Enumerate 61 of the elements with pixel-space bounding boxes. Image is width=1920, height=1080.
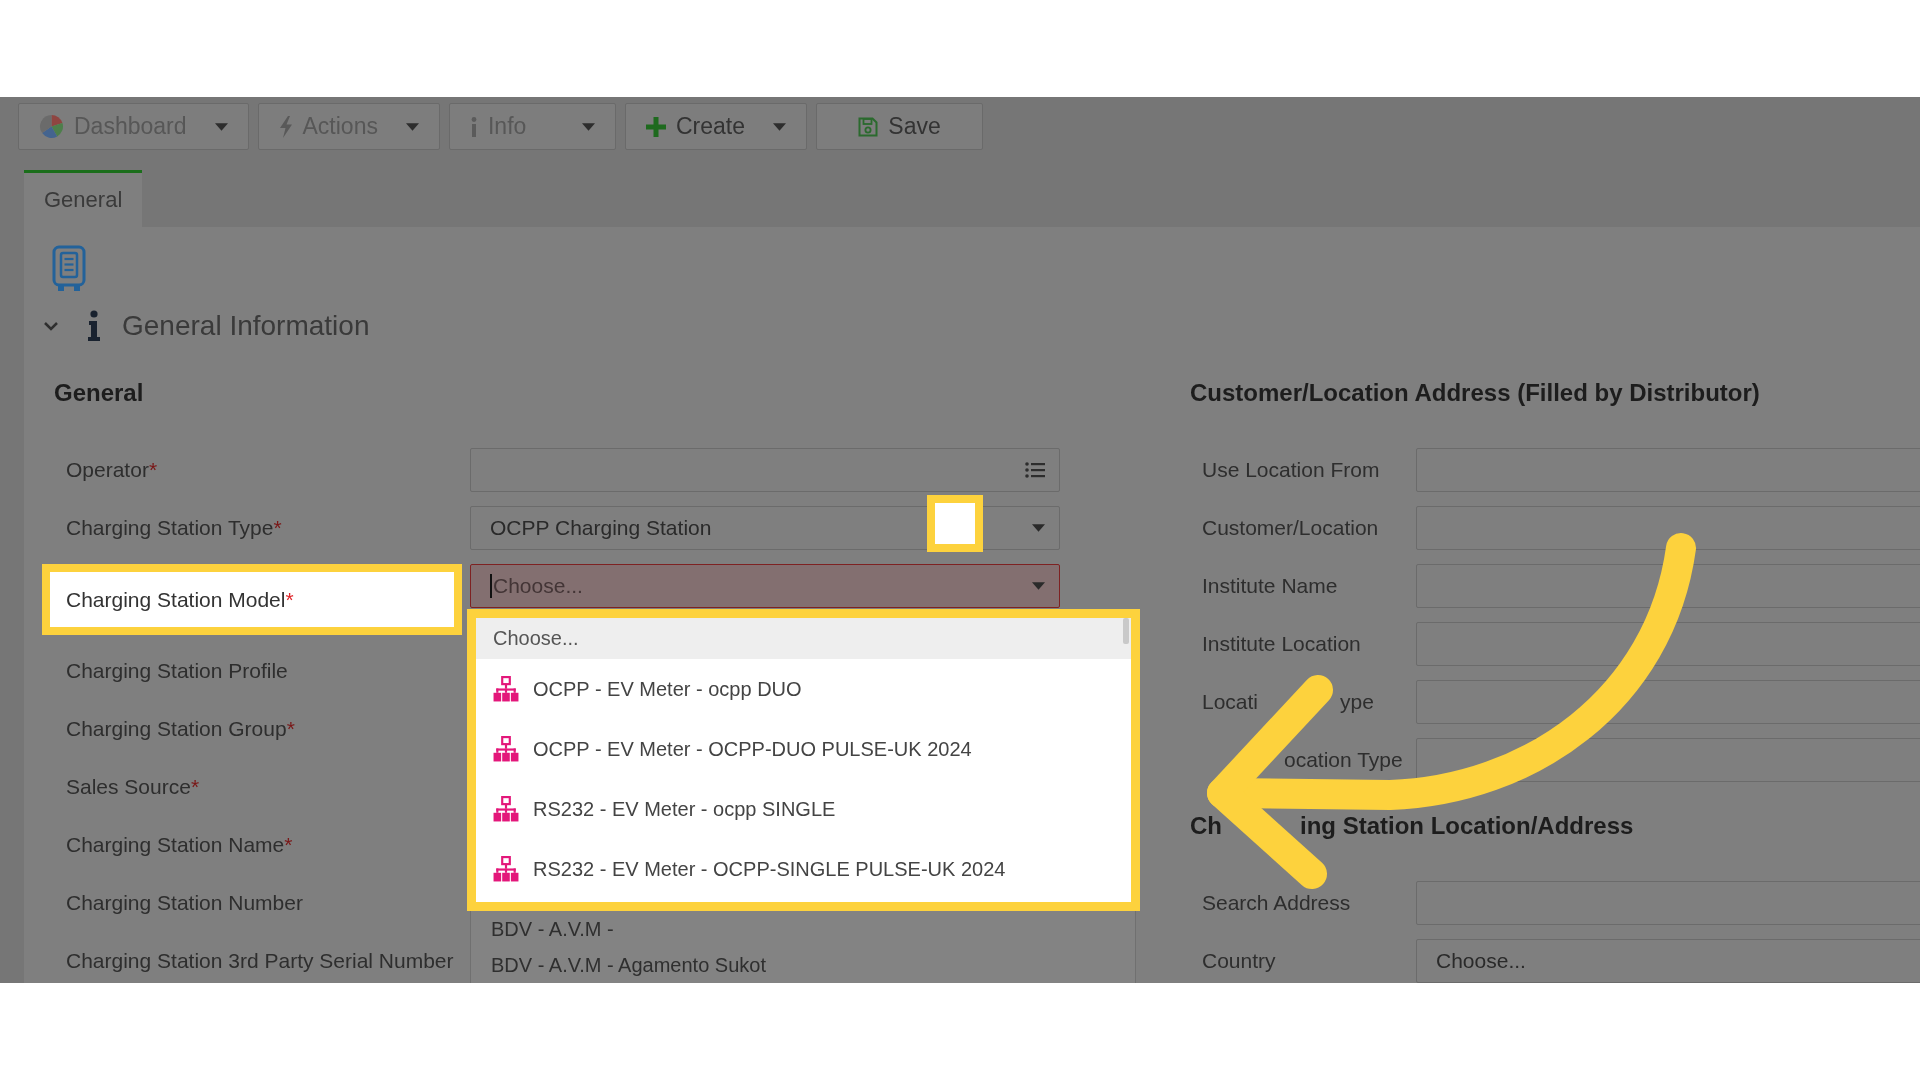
caret-icon <box>1032 582 1045 590</box>
group-heading: General <box>54 378 144 408</box>
field-label: Institute Name <box>1202 574 1338 598</box>
field-label: Charging Station Number <box>66 891 304 915</box>
dropdown-option[interactable]: BDV - A.V.M - <box>471 911 1135 947</box>
caret-icon <box>405 122 419 131</box>
dropdown-option[interactable]: BDV - A.V.M - Agamento Sukot <box>471 947 1135 983</box>
select-field[interactable]: OCPP Charging Station <box>470 506 1060 550</box>
field-label: Operator* <box>66 458 159 482</box>
caret-icon <box>773 122 786 131</box>
dropdown-option[interactable]: Choose... <box>476 618 1131 659</box>
field-label: Customer/Location <box>1202 516 1379 540</box>
text-field[interactable] <box>1416 622 1920 666</box>
save-icon <box>858 116 879 137</box>
scrollbar-thumb[interactable] <box>1123 618 1129 644</box>
sitemap-icon <box>493 736 519 762</box>
caret-icon <box>214 122 228 131</box>
text-field[interactable] <box>1416 680 1920 724</box>
section-title: General Information <box>122 309 370 343</box>
field-label: Sales Source* <box>66 775 201 799</box>
pie-chart-icon <box>39 114 64 139</box>
dropdown-option[interactable]: RS232 - EV Meter - ocpp SINGLE <box>476 779 1131 839</box>
group-heading: ing Station Location/Address <box>1300 811 1634 841</box>
toolbar-button[interactable]: Create <box>624 103 807 150</box>
chevron-down-icon[interactable] <box>43 321 59 331</box>
sitemap-icon <box>493 676 519 702</box>
dropdown-option[interactable]: RS232 - EV Meter - OCPP-SINGLE PULSE-UK 2024 <box>476 839 1131 899</box>
field-label: ocation Type <box>1284 748 1403 772</box>
info-icon <box>469 116 478 137</box>
plus-icon <box>645 116 666 137</box>
tab[interactable]: General <box>24 170 143 227</box>
dropdown-option[interactable]: OCPP - EV Meter - ocpp DUO <box>476 659 1131 719</box>
sitemap-icon <box>493 856 519 882</box>
field-label: Charging Station 3rd Party Serial Number <box>66 949 455 973</box>
text-field[interactable] <box>1416 564 1920 608</box>
caret-icon <box>1032 524 1045 532</box>
select-field[interactable]: Choose... <box>470 564 1060 608</box>
field-label: Locati <box>1202 690 1259 714</box>
field-label: Charging Station Group* <box>66 717 296 741</box>
group-heading: Ch <box>1190 811 1222 841</box>
toolbar-button[interactable]: Save <box>816 103 983 150</box>
text-field[interactable] <box>1416 506 1920 550</box>
field-label: Charging Station Type* <box>66 516 283 540</box>
field-label: Charging Station Model* <box>42 564 462 635</box>
field-label: Use Location From <box>1202 458 1380 482</box>
dropdown-option[interactable]: OCPP - EV Meter - OCPP-DUO PULSE-UK 2024 <box>476 719 1131 779</box>
lookup-field[interactable] <box>470 448 1060 492</box>
list-icon <box>1025 462 1045 478</box>
info-icon <box>86 310 102 342</box>
field-label: Charging Station Name* <box>66 833 294 857</box>
field-label: Search Address <box>1202 891 1351 915</box>
field-label: Country <box>1202 949 1276 973</box>
field-label: Institute Location <box>1202 632 1361 656</box>
text-field[interactable]: Choose... <box>1416 939 1920 983</box>
device-icon <box>52 245 86 291</box>
sitemap-icon <box>493 796 519 822</box>
field-label: ype <box>1340 690 1374 714</box>
lightning-icon <box>278 115 293 138</box>
group-heading: Customer/Location Address (Filled by Distributor) <box>1190 378 1760 408</box>
caret-icon <box>581 122 595 131</box>
field-label: Charging Station Profile <box>66 659 289 683</box>
